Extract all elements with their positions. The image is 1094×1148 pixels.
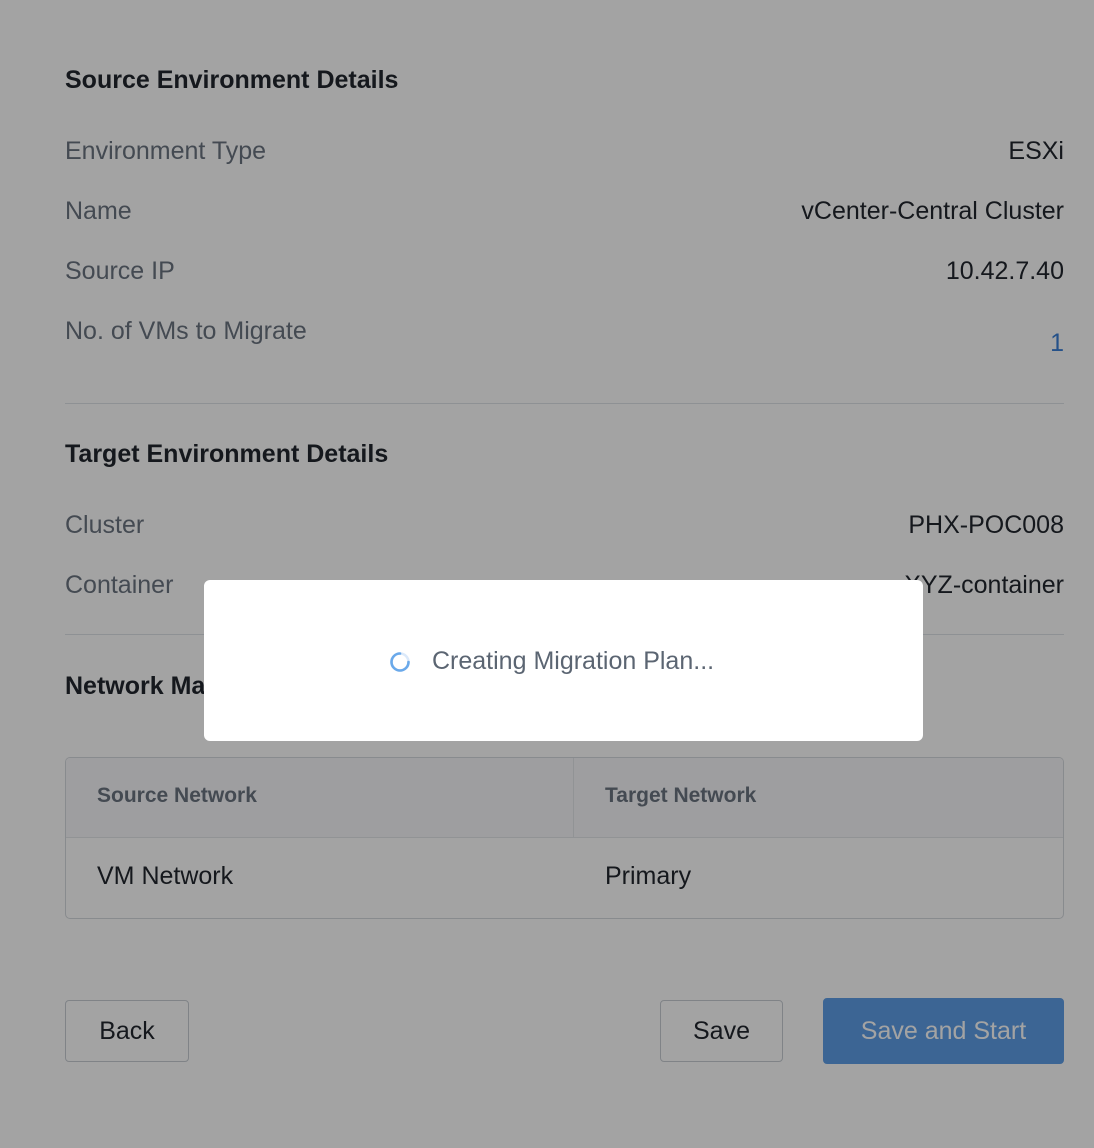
modal-backdrop [0, 0, 1094, 1148]
spinner-icon [390, 652, 410, 672]
loading-message: Creating Migration Plan... [432, 647, 715, 675]
